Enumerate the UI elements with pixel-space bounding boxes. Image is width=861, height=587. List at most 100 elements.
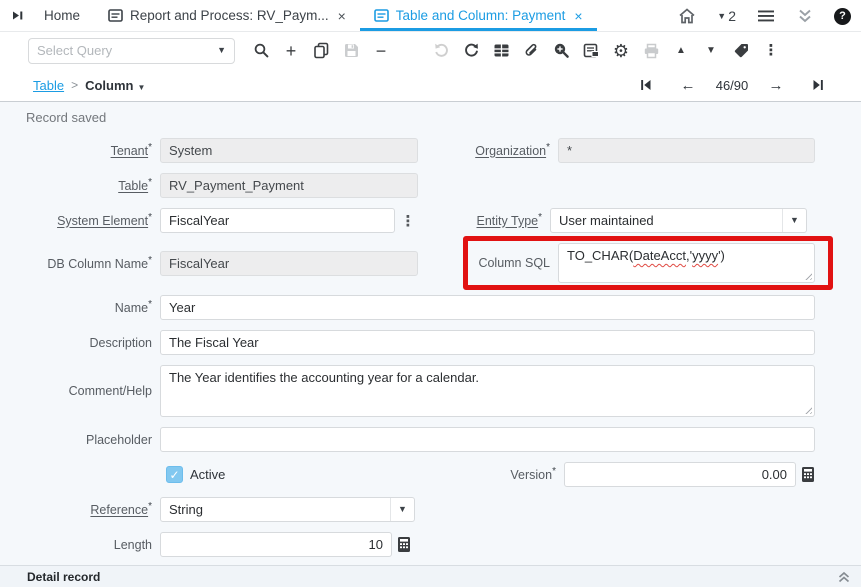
more-actions-button[interactable]: ⋮ — [756, 37, 786, 65]
name-field[interactable]: Year — [160, 295, 815, 320]
label-button[interactable] — [726, 37, 756, 65]
minus-icon: − — [376, 42, 387, 60]
column-sql-group: Column SQL TO_CHAR(DateAcct,'yyyy') — [426, 243, 815, 283]
chevron-down-icon: ▼ — [137, 83, 145, 92]
chevron-down-icon: ▼ — [390, 498, 414, 521]
toolbar-buttons: + − — [246, 37, 786, 65]
copy-record-button[interactable] — [306, 37, 336, 65]
open-windows-count: 2 — [728, 8, 736, 24]
organization-label: Organization* — [426, 142, 550, 158]
last-record-button[interactable] — [797, 73, 839, 97]
tab-home-label: Home — [44, 8, 80, 23]
hamburger-icon — [756, 8, 776, 24]
save-icon — [343, 42, 360, 59]
menu-button[interactable] — [756, 8, 776, 24]
breadcrumb-current-dropdown[interactable]: Column▼ — [85, 78, 145, 93]
save-button[interactable] — [336, 37, 366, 65]
calculator-icon — [801, 466, 815, 483]
zoom-in-icon — [553, 42, 570, 59]
gear-icon: ⚙ — [613, 42, 629, 60]
version-group: Version* 0.00 — [432, 462, 815, 487]
select-query-placeholder: Select Query — [37, 43, 112, 58]
comment-help-label: Comment/Help — [26, 384, 152, 398]
new-record-button[interactable]: + — [276, 37, 306, 65]
active-checkbox[interactable]: ✓ — [166, 466, 183, 483]
tab-table-and-column[interactable]: Table and Column: Payment × — [360, 0, 597, 31]
undo-icon — [433, 42, 450, 59]
expand-sidebar-icon — [11, 9, 24, 22]
delete-record-button[interactable]: − — [366, 37, 396, 65]
parent-record-button[interactable]: ▲ — [666, 37, 696, 65]
window-icon — [374, 9, 389, 22]
breadcrumb-parent-link[interactable]: Table — [33, 78, 64, 93]
select-query-combobox[interactable]: Select Query ▼ — [28, 38, 235, 64]
attachment-button[interactable] — [516, 37, 546, 65]
system-element-more-button[interactable]: ⋮ — [399, 209, 417, 233]
search-icon — [253, 42, 270, 59]
expand-detail-button[interactable] — [837, 571, 851, 584]
length-field[interactable]: 10 — [160, 532, 392, 557]
db-column-name-field: FiscalYear — [160, 251, 418, 276]
printer-icon — [643, 43, 660, 59]
zoom-across-button[interactable] — [546, 37, 576, 65]
tab-home[interactable]: Home — [30, 0, 94, 31]
placeholder-field[interactable] — [160, 427, 815, 452]
calculator-icon — [397, 536, 411, 553]
length-calculator-button[interactable] — [397, 536, 411, 553]
tab-label: Report and Process: RV_Paym... — [130, 8, 329, 23]
previous-record-button[interactable]: ← — [667, 73, 709, 97]
open-windows-dropdown[interactable]: ▼ 2 — [717, 8, 736, 24]
version-label: Version* — [432, 466, 556, 482]
version-calculator-button[interactable] — [801, 466, 815, 483]
plus-icon: + — [286, 42, 297, 60]
description-label: Description — [26, 336, 152, 350]
breadcrumb-row: Table > Column▼ ← 46/90 → — [0, 69, 861, 102]
breadcrumb-separator: > — [71, 78, 78, 92]
paperclip-icon — [523, 42, 540, 59]
refresh-button[interactable] — [456, 37, 486, 65]
tenant-label: Tenant* — [26, 142, 152, 158]
record-position: 46/90 — [709, 78, 755, 93]
arrow-left-icon: ← — [681, 77, 696, 94]
chat-button[interactable] — [576, 37, 606, 65]
resize-grip[interactable] — [803, 271, 812, 280]
system-element-field[interactable]: FiscalYear — [160, 208, 395, 233]
tenant-field: System — [160, 138, 418, 163]
entity-type-select[interactable]: User maintained ▼ — [550, 208, 807, 233]
record-navigation: ← 46/90 → — [625, 73, 839, 97]
next-record-button[interactable]: → — [755, 73, 797, 97]
tab-close-icon[interactable]: × — [574, 8, 582, 24]
version-field[interactable]: 0.00 — [564, 462, 796, 487]
application-window: Home Report and Process: RV_Paym... × Ta… — [0, 0, 861, 587]
first-record-button[interactable] — [625, 73, 667, 97]
detail-record-nav-button[interactable]: ▼ — [696, 37, 726, 65]
home-icon — [677, 7, 697, 25]
toolbar-spacer — [396, 37, 426, 65]
tab-report-and-process[interactable]: Report and Process: RV_Paym... × — [94, 0, 360, 31]
home-button[interactable] — [677, 7, 697, 25]
description-field[interactable]: The Fiscal Year — [160, 330, 815, 355]
process-button[interactable]: ⚙ — [606, 37, 636, 65]
find-button[interactable] — [246, 37, 276, 65]
expand-sidebar-button[interactable] — [4, 1, 30, 31]
undo-button[interactable] — [426, 37, 456, 65]
tabbar-right-cluster: ▼ 2 ? — [677, 0, 851, 32]
comment-help-textarea[interactable]: The Year identifies the accounting year … — [160, 365, 815, 417]
form-area: Record saved Tenant* System Organization… — [0, 102, 861, 565]
print-button[interactable] — [636, 37, 666, 65]
db-column-name-label: DB Column Name* — [26, 255, 152, 271]
reference-select[interactable]: String ▼ — [160, 497, 415, 522]
tab-label: Table and Column: Payment — [396, 8, 566, 23]
tab-close-icon[interactable]: × — [338, 8, 346, 24]
resize-grip[interactable] — [803, 405, 812, 414]
organization-field: * — [558, 138, 815, 163]
first-record-icon — [640, 79, 652, 91]
detail-record-bar[interactable]: Detail record — [0, 565, 861, 587]
collapse-header-button[interactable] — [796, 8, 814, 24]
vertical-ellipsis-icon: ⋮ — [764, 43, 779, 58]
help-button[interactable]: ? — [834, 8, 851, 25]
column-sql-textarea[interactable]: TO_CHAR(DateAcct,'yyyy') — [558, 243, 815, 283]
double-chevron-down-icon — [796, 8, 814, 24]
window-icon — [108, 9, 123, 22]
grid-toggle-button[interactable] — [486, 37, 516, 65]
